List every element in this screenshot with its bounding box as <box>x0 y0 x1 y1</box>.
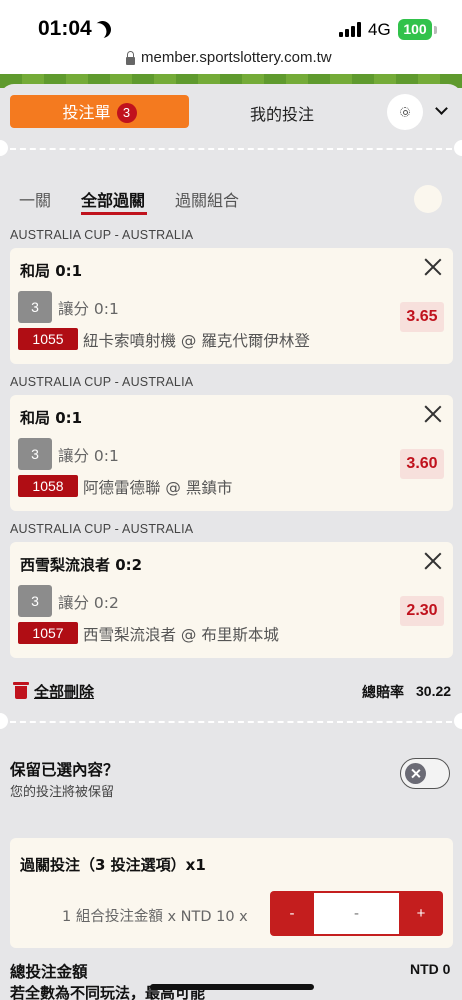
network-label: 4G <box>368 20 391 39</box>
league-label: AUSTRALIA CUP - AUSTRALIA <box>10 522 194 536</box>
stake-minus-button[interactable]: - <box>270 891 314 936</box>
settings-button[interactable] <box>387 94 423 130</box>
tab-my-bets[interactable]: 我的投注 <box>232 101 332 125</box>
match-id-badge: 1057 <box>18 622 78 644</box>
address-bar[interactable]: member.sportslottery.com.tw <box>0 46 462 74</box>
retain-subtitle: 您的投注將被保留 <box>10 785 115 800</box>
selection-number: 3 <box>18 291 52 323</box>
total-odds-value: 30.22 <box>416 683 452 699</box>
tab-all-parlay[interactable]: 全部過關 <box>81 187 145 211</box>
match-id-badge: 1055 <box>18 328 78 350</box>
odds-value: 3.65 <box>400 302 444 332</box>
handicap-label: 讓分 0:2 <box>58 594 119 612</box>
ticket-notch-right <box>454 140 462 156</box>
toggle-off-icon <box>405 763 426 784</box>
bet-market: 和局 0:1 <box>20 262 83 280</box>
close-icon[interactable] <box>424 552 442 570</box>
signal-icon <box>339 22 363 37</box>
stake-label: 1 組合投注金額 x NTD 10 x <box>62 909 248 925</box>
tab-parlay-combos[interactable]: 過關組合 <box>175 187 239 211</box>
total-stake-label: 總投注金額 <box>10 963 88 981</box>
close-icon[interactable] <box>424 405 442 423</box>
delete-all-button[interactable]: 全部刪除 <box>34 681 94 702</box>
bet-market: 西雪梨流浪者 0:2 <box>20 556 143 574</box>
divider <box>10 721 452 723</box>
tab-betslip-label: 投注單 <box>62 103 111 122</box>
ticket-notch-right <box>454 713 462 729</box>
handicap-label: 讓分 0:1 <box>58 300 119 318</box>
league-label: AUSTRALIA CUP - AUSTRALIA <box>10 228 194 242</box>
bet-card: 西雪梨流浪者 0:2 3 讓分 0:2 1057 西雪梨流浪者 @ 布里斯本城 … <box>10 542 453 658</box>
ticket-notch-left <box>0 713 8 729</box>
league-label: AUSTRALIA CUP - AUSTRALIA <box>10 375 194 389</box>
tab-single[interactable]: 一關 <box>19 187 51 211</box>
lock-icon <box>126 51 135 66</box>
total-odds-label: 總賠率 <box>362 685 404 701</box>
match-name: 紐卡索噴射機 @ 羅克代爾伊林登 <box>83 332 310 350</box>
status-time: 01:04 <box>38 17 92 40</box>
selection-number: 3 <box>18 585 52 617</box>
home-indicator[interactable] <box>150 984 314 990</box>
close-icon[interactable] <box>424 258 442 276</box>
retain-toggle[interactable] <box>400 758 450 789</box>
bet-card: 和局 0:1 3 讓分 0:1 1058 阿德雷德聯 @ 黑鎮市 3.60 <box>10 395 453 511</box>
parlay-stake-box: 過關投注（3 投注選項）x1 1 組合投注金額 x NTD 10 x - + <box>10 838 453 948</box>
match-id-badge: 1058 <box>18 475 78 497</box>
bet-card: 和局 0:1 3 讓分 0:1 1055 紐卡索噴射機 @ 羅克代爾伊林登 3.… <box>10 248 453 364</box>
match-name: 阿德雷德聯 @ 黑鎮市 <box>83 479 233 497</box>
selection-number: 3 <box>18 438 52 470</box>
url-text[interactable]: member.sportslottery.com.tw <box>141 49 332 66</box>
stake-plus-button[interactable]: + <box>399 891 443 936</box>
battery-tip <box>434 26 437 34</box>
trash-icon[interactable] <box>13 682 29 699</box>
bet-market: 和局 0:1 <box>20 409 83 427</box>
match-name: 西雪梨流浪者 @ 布里斯本城 <box>83 626 279 644</box>
moon-icon <box>91 18 114 41</box>
odds-value: 2.30 <box>400 596 444 626</box>
stake-input[interactable] <box>314 893 399 934</box>
divider <box>10 148 452 150</box>
handicap-label: 讓分 0:1 <box>58 447 119 465</box>
tab-betslip[interactable]: 投注單 3 <box>10 95 189 128</box>
collapse-button[interactable] <box>433 102 455 120</box>
battery-icon: 100 <box>398 19 432 40</box>
chevron-down-icon <box>435 102 448 115</box>
option-button[interactable] <box>414 185 442 213</box>
status-bar: 01:04 4G 100 <box>0 0 462 46</box>
retain-title: 保留已選內容？ <box>10 761 119 779</box>
total-stake-value: NTD 0 <box>410 961 451 977</box>
gear-icon <box>400 107 410 117</box>
active-tab-indicator <box>81 212 147 215</box>
parlay-title: 過關投注（3 投注選項）x1 <box>20 856 206 874</box>
stake-stepper: - + <box>270 891 443 936</box>
betslip-count-badge: 3 <box>116 102 137 123</box>
odds-value: 3.60 <box>400 449 444 479</box>
